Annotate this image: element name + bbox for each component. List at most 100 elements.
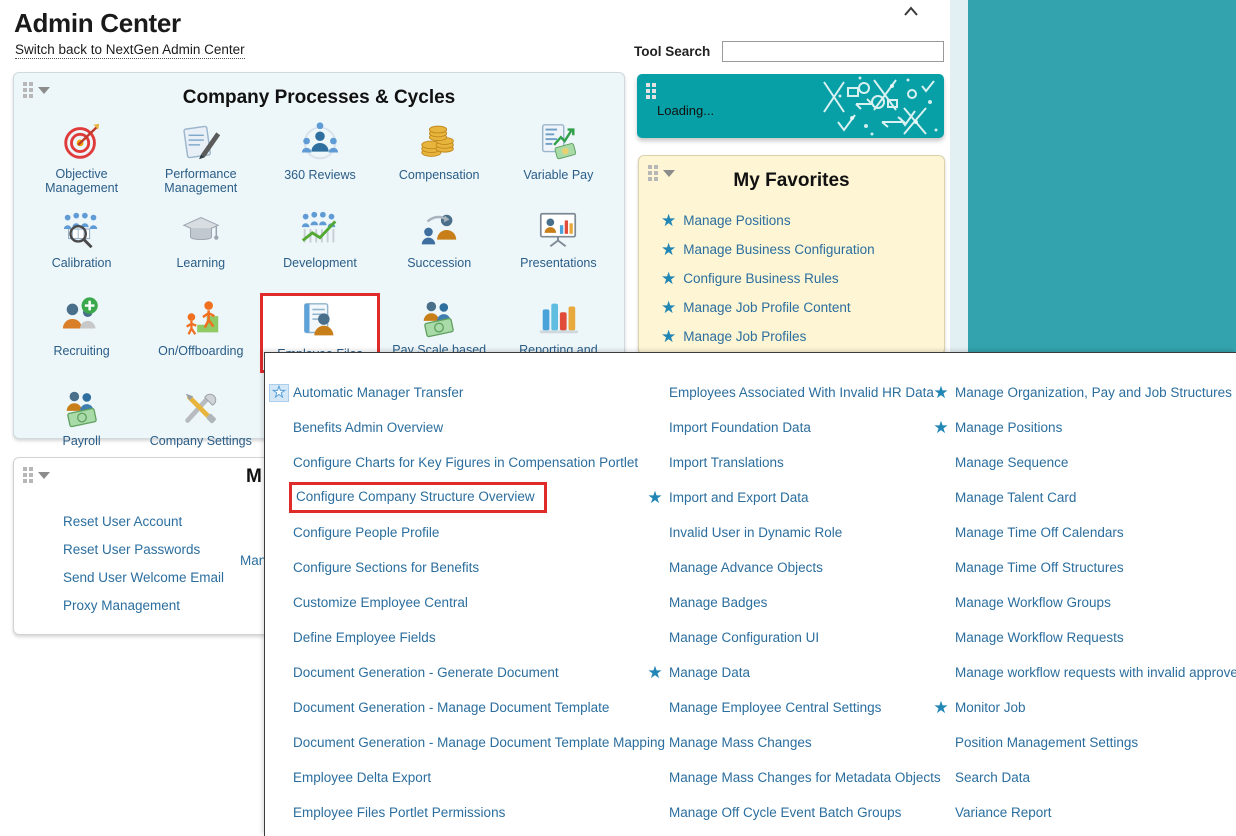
mega-menu-item[interactable]: Employee Files Portlet Permissions	[265, 795, 641, 830]
manager-link[interactable]: Send User Welcome Email	[63, 564, 224, 592]
mega-menu-item[interactable]: Manage Talent Card	[927, 480, 1236, 515]
tile-performance-management[interactable]: Performance Management	[141, 117, 260, 195]
manager-link[interactable]: Reset User Account	[63, 508, 224, 536]
mega-menu-item[interactable]: Invalid User in Dynamic Role	[641, 515, 927, 550]
star-slot-empty	[931, 804, 951, 822]
mega-menu-item[interactable]: Import Foundation Data	[641, 410, 927, 445]
mega-menu-item[interactable]: Configure Charts for Key Figures in Comp…	[265, 445, 641, 480]
star-filled-icon[interactable]: ★	[661, 328, 676, 345]
tile-company-settings[interactable]: Company Settings	[141, 383, 260, 461]
tile-calibration[interactable]: Calibration	[22, 205, 141, 283]
mega-menu-item[interactable]: Import Translations	[641, 445, 927, 480]
mega-menu-item[interactable]: Manage Configuration UI	[641, 620, 927, 655]
people-growth-chart-icon	[296, 207, 344, 253]
tile-objective-management[interactable]: Objective Management	[22, 117, 141, 195]
manager-link[interactable]: Proxy Management	[63, 592, 224, 620]
mega-menu-item[interactable]: Benefits Admin Overview	[265, 410, 641, 445]
tile-learning[interactable]: Learning	[141, 205, 260, 283]
mega-menu-item[interactable]: Variance Report	[927, 795, 1236, 830]
mega-menu-item[interactable]: Manage Mass Changes	[641, 725, 927, 760]
mega-menu-item-label: Configure Sections for Benefits	[293, 559, 480, 575]
portlet-title-occluded: M	[246, 466, 262, 487]
presentation-board-icon	[534, 207, 582, 253]
tile-succession[interactable]: Succession	[380, 205, 499, 283]
tile-presentations[interactable]: Presentations	[499, 205, 618, 283]
favorite-item[interactable]: ★ Manage Business Configuration	[661, 235, 938, 264]
favorite-item-label: Manage Job Profiles	[683, 329, 807, 344]
mega-menu-item[interactable]: ★ Automatic Manager Transfer	[265, 375, 641, 410]
tile-360-reviews[interactable]: 360 Reviews	[260, 117, 379, 195]
tile-on-offboarding[interactable]: On/Offboarding	[141, 293, 260, 371]
star-filled-icon[interactable]: ★	[661, 299, 676, 316]
mega-menu-item[interactable]: ★ Monitor Job	[927, 690, 1236, 725]
switch-to-nextgen-link[interactable]: Switch back to NextGen Admin Center	[15, 42, 245, 59]
favorites-list: ★ Manage Positions ★ Manage Business Config…	[661, 206, 938, 351]
star-filled-icon[interactable]: ★	[931, 419, 951, 437]
mega-menu-item[interactable]: Customize Employee Central	[265, 585, 641, 620]
mega-menu-item[interactable]: Document Generation - Generate Document	[265, 655, 641, 690]
star-filled-icon[interactable]: ★	[645, 489, 665, 507]
mega-menu-item[interactable]: Manage workflow requests with invalid ap…	[927, 655, 1236, 690]
mega-menu-item[interactable]: Manage Advance Objects	[641, 550, 927, 585]
document-pen-icon	[177, 119, 225, 164]
mega-menu-item[interactable]: Manage Sequence	[927, 445, 1236, 480]
mega-menu-item[interactable]: Manage Employee Central Settings	[641, 690, 927, 725]
tool-search-input[interactable]	[722, 41, 944, 62]
mega-menu-item-label: Employee Files Portlet Permissions	[293, 804, 506, 820]
mega-menu-item-label: Manage Mass Changes	[669, 734, 812, 750]
mega-menu-item[interactable]: Search Data	[927, 760, 1236, 795]
mega-menu-item[interactable]: ★ Import and Export Data	[641, 480, 927, 515]
star-filled-icon[interactable]: ★	[661, 212, 676, 229]
star-filled-icon[interactable]: ★	[661, 270, 676, 287]
favorite-item[interactable]: ★ Manage Job Profile Content	[661, 293, 938, 322]
tile-compensation[interactable]: Compensation	[380, 117, 499, 195]
mega-menu-item[interactable]: Manage Mass Changes for Metadata Objects	[641, 760, 941, 795]
star-filled-icon[interactable]: ★	[645, 664, 665, 682]
grid-dots-icon	[646, 83, 656, 99]
mega-menu-item[interactable]: Define Employee Fields	[265, 620, 641, 655]
tile-label: 360 Reviews	[284, 168, 356, 182]
mega-menu-item[interactable]: Document Generation - Manage Document Te…	[265, 690, 641, 725]
mega-menu-item[interactable]: Manage Workflow Groups	[927, 585, 1236, 620]
mega-menu-item[interactable]: Employees Associated With Invalid HR Dat…	[641, 375, 934, 410]
tile-development[interactable]: Development	[260, 205, 379, 283]
mega-menu-item[interactable]: Manage Off Cycle Event Batch Groups	[641, 795, 927, 830]
manager-link[interactable]: Reset User Passwords	[63, 536, 224, 564]
mega-menu-item[interactable]: ★ Manage Data	[641, 655, 927, 690]
star-filled-icon[interactable]: ★	[661, 241, 676, 258]
chevron-up-icon[interactable]	[900, 2, 922, 22]
mega-menu-item[interactable]: Configure Company Structure Overview	[265, 480, 641, 515]
loading-tile[interactable]: Loading...	[637, 74, 944, 138]
mega-menu-item[interactable]: Manage Time Off Structures	[927, 550, 1236, 585]
mega-menu-item[interactable]: ★ Manage Organization, Pay and Job Struct…	[927, 375, 1236, 410]
favorite-item[interactable]: ★ Manage Positions	[661, 206, 938, 235]
star-slot-empty	[931, 489, 951, 507]
mega-menu-item[interactable]: Configure Sections for Benefits	[265, 550, 641, 585]
mega-menu-item-label: Manage Off Cycle Event Batch Groups	[669, 804, 902, 820]
star-slot-empty	[645, 804, 665, 822]
star-slot-empty	[269, 454, 289, 472]
tile-recruiting[interactable]: Recruiting	[22, 293, 141, 371]
star-outline-icon[interactable]: ★	[269, 383, 289, 402]
mega-menu-item[interactable]: Document Generation - Manage Document Te…	[265, 725, 665, 760]
mega-menu-item[interactable]: Manage Workflow Requests	[927, 620, 1236, 655]
favorite-item[interactable]: ★ Configure Business Rules	[661, 264, 938, 293]
mega-menu-item[interactable]: Position Management Settings	[927, 725, 1236, 760]
star-slot-empty	[931, 559, 951, 577]
tile-variable-pay[interactable]: Variable Pay	[499, 117, 618, 195]
favorite-item[interactable]: ★ Manage Job Profiles	[661, 322, 938, 351]
background-gap	[950, 0, 968, 352]
mega-menu-item[interactable]: Employee Delta Export	[265, 760, 641, 795]
loading-tile-drag-handle[interactable]	[646, 83, 656, 99]
star-filled-icon[interactable]: ★	[931, 699, 951, 717]
mega-menu-item[interactable]: Configure People Profile	[265, 515, 641, 550]
portlet-drag-handle[interactable]	[23, 467, 50, 483]
mega-menu-item[interactable]: ★ Manage Positions	[927, 410, 1236, 445]
mega-menu-item[interactable]: Manage Badges	[641, 585, 927, 620]
star-slot-empty	[269, 419, 289, 437]
tile-payroll[interactable]: Payroll	[22, 383, 141, 461]
mega-menu-item-label: Document Generation - Generate Document	[293, 664, 559, 680]
star-filled-icon[interactable]: ★	[931, 384, 951, 402]
mega-menu-item[interactable]: Manage Time Off Calendars	[927, 515, 1236, 550]
chevron-down-icon[interactable]	[38, 471, 50, 479]
